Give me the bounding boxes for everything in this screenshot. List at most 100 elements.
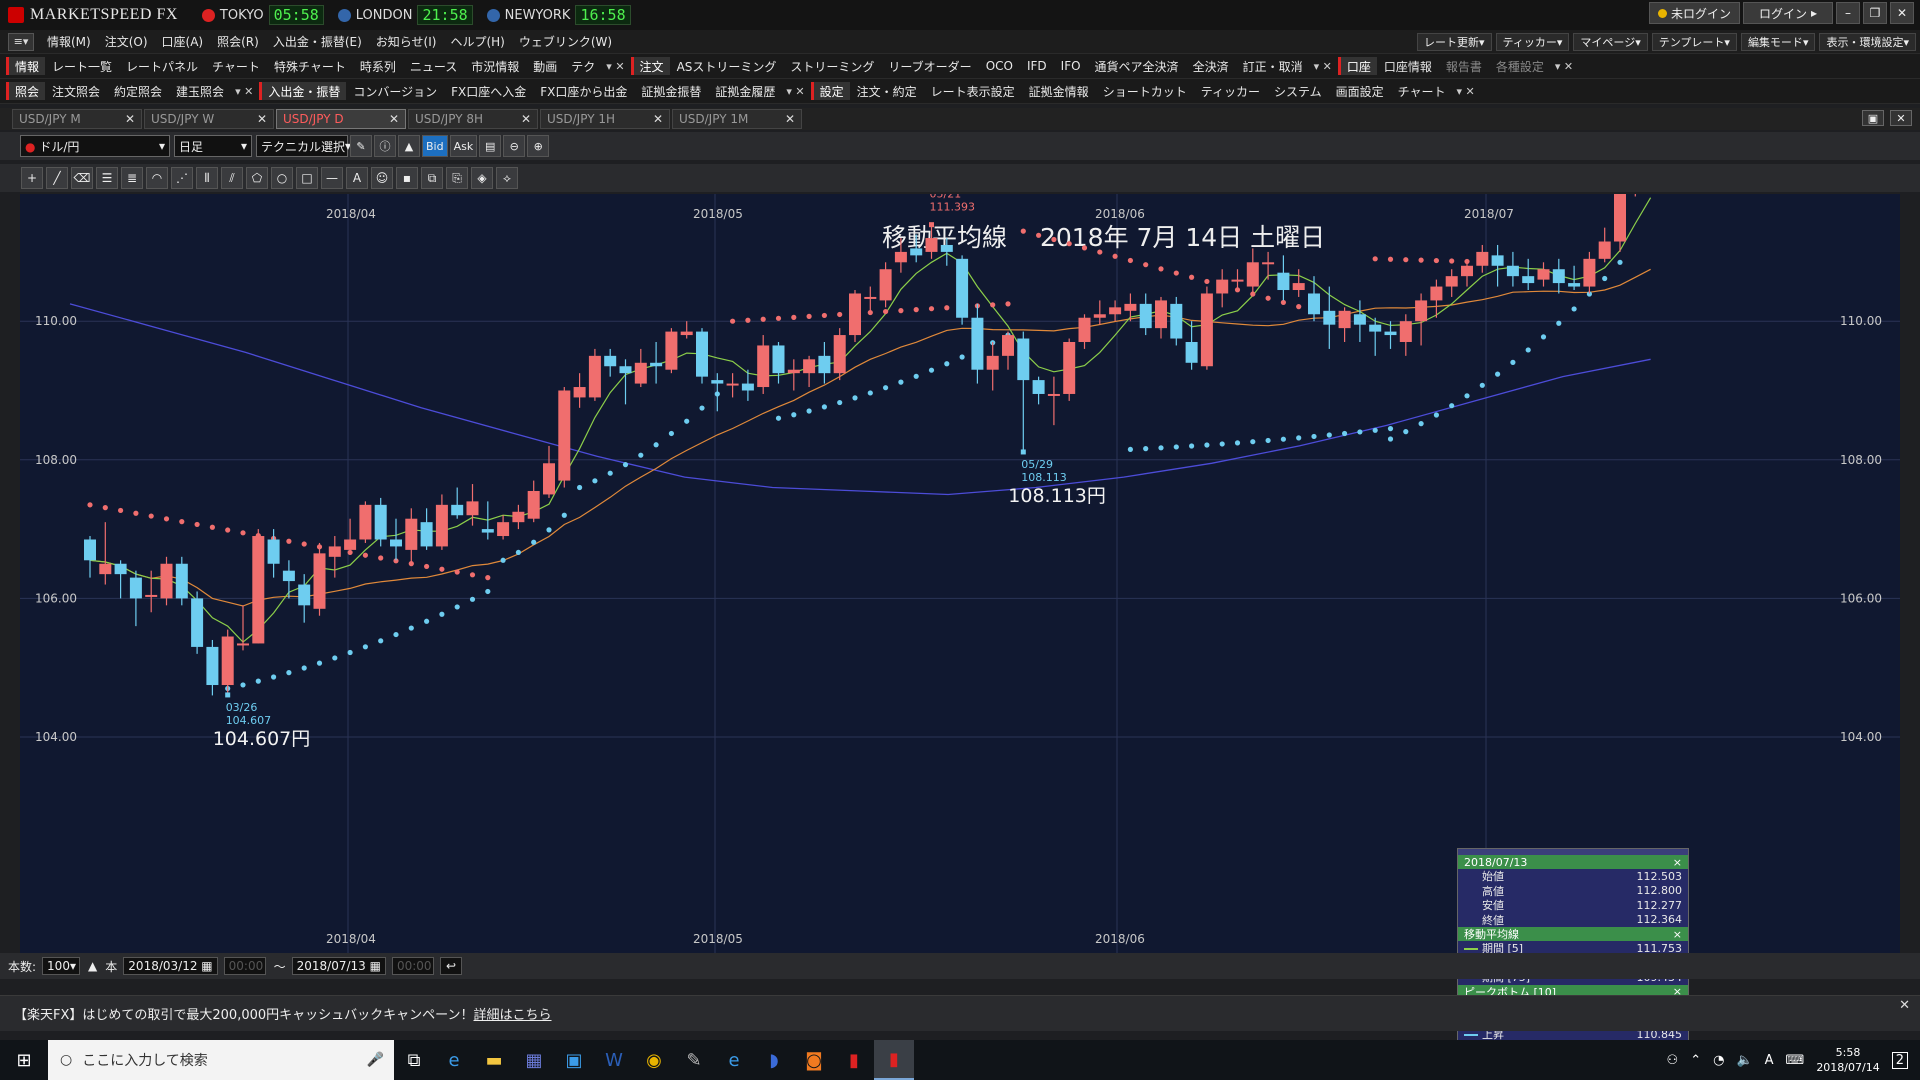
toolbar-item[interactable]: 報告書	[1439, 58, 1489, 75]
candle[interactable]	[313, 542, 326, 616]
close-icon[interactable]: ✕	[1890, 2, 1914, 24]
eraser-icon[interactable]: ⌫	[71, 167, 93, 189]
candle[interactable]	[237, 605, 249, 651]
toolbar-item[interactable]: 建玉照会	[169, 83, 231, 100]
rakuten-icon[interactable]: ◙	[794, 1040, 834, 1080]
dropdown-icon[interactable]: ▾ ✕	[786, 85, 804, 98]
candle[interactable]	[956, 255, 969, 325]
tab-close-icon[interactable]: ✕	[653, 112, 663, 126]
menu-item[interactable]: お知らせ(I)	[369, 33, 444, 50]
candle[interactable]	[634, 348, 647, 388]
toolbar-item[interactable]: 訂正・取消	[1236, 58, 1310, 75]
toolbar-item[interactable]: ニュース	[403, 58, 464, 75]
toolbar-item[interactable]: テク	[564, 58, 602, 75]
toolbar-group-label[interactable]: 照会	[6, 82, 46, 100]
from-time[interactable]: 00:00	[223, 957, 266, 975]
banner-link[interactable]: 詳細はこちら	[474, 1008, 552, 1023]
menu-right-button[interactable]: マイページ ▾	[1573, 33, 1648, 51]
toolbar-item[interactable]: 約定照会	[107, 83, 169, 100]
paint-icon[interactable]: ✎	[674, 1040, 714, 1080]
candle[interactable]	[573, 373, 586, 408]
candle[interactable]	[481, 501, 494, 540]
candle[interactable]	[359, 501, 372, 543]
candle[interactable]	[1353, 300, 1366, 342]
toolbar-item[interactable]: ASストリーミング	[670, 58, 784, 75]
candle[interactable]	[971, 303, 984, 384]
candle[interactable]	[1369, 317, 1382, 356]
hlines-multi-icon[interactable]: ≣	[121, 167, 143, 189]
candle[interactable]	[558, 387, 571, 488]
menu-item[interactable]: 照会(R)	[210, 33, 266, 50]
keyboard-icon[interactable]: ⌨	[1786, 1053, 1805, 1068]
calculator-icon[interactable]: ▦	[514, 1040, 554, 1080]
ie-icon[interactable]: e	[434, 1040, 474, 1080]
toolbar-item[interactable]: 注文・約定	[850, 83, 924, 100]
login-status[interactable]: 未ログイン	[1648, 2, 1740, 24]
candle[interactable]	[1078, 314, 1091, 349]
dropdown-icon[interactable]: ▾ ✕	[235, 85, 253, 98]
to-time[interactable]: 00:00	[391, 957, 434, 975]
candle[interactable]	[328, 536, 341, 578]
tab-usd-jpy-m[interactable]: USD/JPY M ✕	[12, 109, 142, 129]
candle[interactable]	[1461, 262, 1473, 287]
candle[interactable]	[650, 341, 663, 384]
candle[interactable]	[84, 536, 96, 578]
trendline-icon[interactable]: ╱	[46, 167, 68, 189]
candle[interactable]	[1047, 376, 1060, 426]
pentagon-icon[interactable]: ⬠	[246, 167, 268, 189]
candle[interactable]	[175, 556, 188, 606]
candle[interactable]	[1017, 331, 1030, 452]
people-icon[interactable]: ⚇	[1667, 1053, 1679, 1068]
toolbar-item[interactable]: チャート	[1391, 83, 1453, 100]
candle[interactable]	[1109, 300, 1122, 322]
tab-usd-jpy-w[interactable]: USD/JPY W ✕	[144, 109, 274, 129]
candle[interactable]	[1308, 276, 1320, 322]
candle[interactable]	[1246, 248, 1259, 294]
close-icon[interactable]: ×	[1673, 856, 1682, 869]
candle[interactable]	[787, 359, 800, 391]
ask-button[interactable]: Ask	[449, 135, 478, 157]
candle[interactable]	[1139, 293, 1152, 336]
marketspeed-fx-icon[interactable]: ▮	[874, 1040, 914, 1080]
candle[interactable]	[1445, 269, 1458, 297]
candle[interactable]	[1124, 293, 1137, 322]
close-icon[interactable]: ×	[1673, 928, 1682, 941]
toolbar-item[interactable]: 特殊チャート	[267, 58, 353, 75]
menu-item[interactable]: ヘルプ(H)	[443, 33, 511, 50]
toolbar-item[interactable]: 証拠金履歴	[708, 83, 782, 100]
candle[interactable]	[818, 341, 831, 384]
candle[interactable]	[879, 262, 892, 308]
app-icon[interactable]: ◗	[754, 1040, 794, 1080]
taskbar-search[interactable]: ○ ここに入力して検索 🎤	[48, 1040, 394, 1080]
candle[interactable]	[757, 335, 770, 394]
apply-range-icon[interactable]: ↩	[439, 957, 462, 975]
tab-usd-jpy-1m[interactable]: USD/JPY 1M ✕	[672, 109, 802, 129]
toolbar-item[interactable]: 注文照会	[45, 83, 107, 100]
candle[interactable]	[1063, 338, 1076, 401]
candle[interactable]	[1170, 296, 1183, 346]
channel-icon[interactable]: ⫽	[221, 167, 243, 189]
toolbar-item[interactable]: 動画	[526, 58, 564, 75]
candle[interactable]	[527, 480, 540, 523]
text-icon[interactable]: A	[346, 167, 368, 189]
count-input[interactable]: 100 ▾	[42, 957, 81, 975]
toolbar-group-label[interactable]: 入出金・振替	[259, 82, 347, 100]
technical-select[interactable]: テクニカル選択 ▾	[256, 135, 351, 157]
ime-icon[interactable]: A	[1765, 1053, 1774, 1068]
toolbar-item[interactable]: 全決済	[1186, 58, 1236, 75]
candle[interactable]	[1155, 296, 1167, 339]
window-app-icon[interactable]: ▣	[554, 1040, 594, 1080]
delete-all-icon[interactable]: ⟡	[496, 167, 518, 189]
edge-icon[interactable]: e	[714, 1040, 754, 1080]
tray-chevron-icon[interactable]: ⌃	[1690, 1053, 1701, 1068]
bid-button[interactable]: Bid	[422, 135, 448, 157]
toolbar-item[interactable]: FX口座から出金	[533, 83, 634, 100]
notification-icon[interactable]: 2	[1891, 1051, 1908, 1069]
toolbar-group-label[interactable]: 設定	[810, 82, 850, 100]
candle[interactable]	[221, 629, 234, 695]
toolbar-item[interactable]: FX口座へ入金	[444, 83, 533, 100]
menu-item[interactable]: 入出金・振替(E)	[266, 33, 369, 50]
candle[interactable]	[1231, 269, 1244, 291]
hamburger-menu-icon[interactable]: ≡▾	[8, 32, 34, 51]
dropdown-icon[interactable]: ▾ ✕	[1555, 60, 1573, 73]
